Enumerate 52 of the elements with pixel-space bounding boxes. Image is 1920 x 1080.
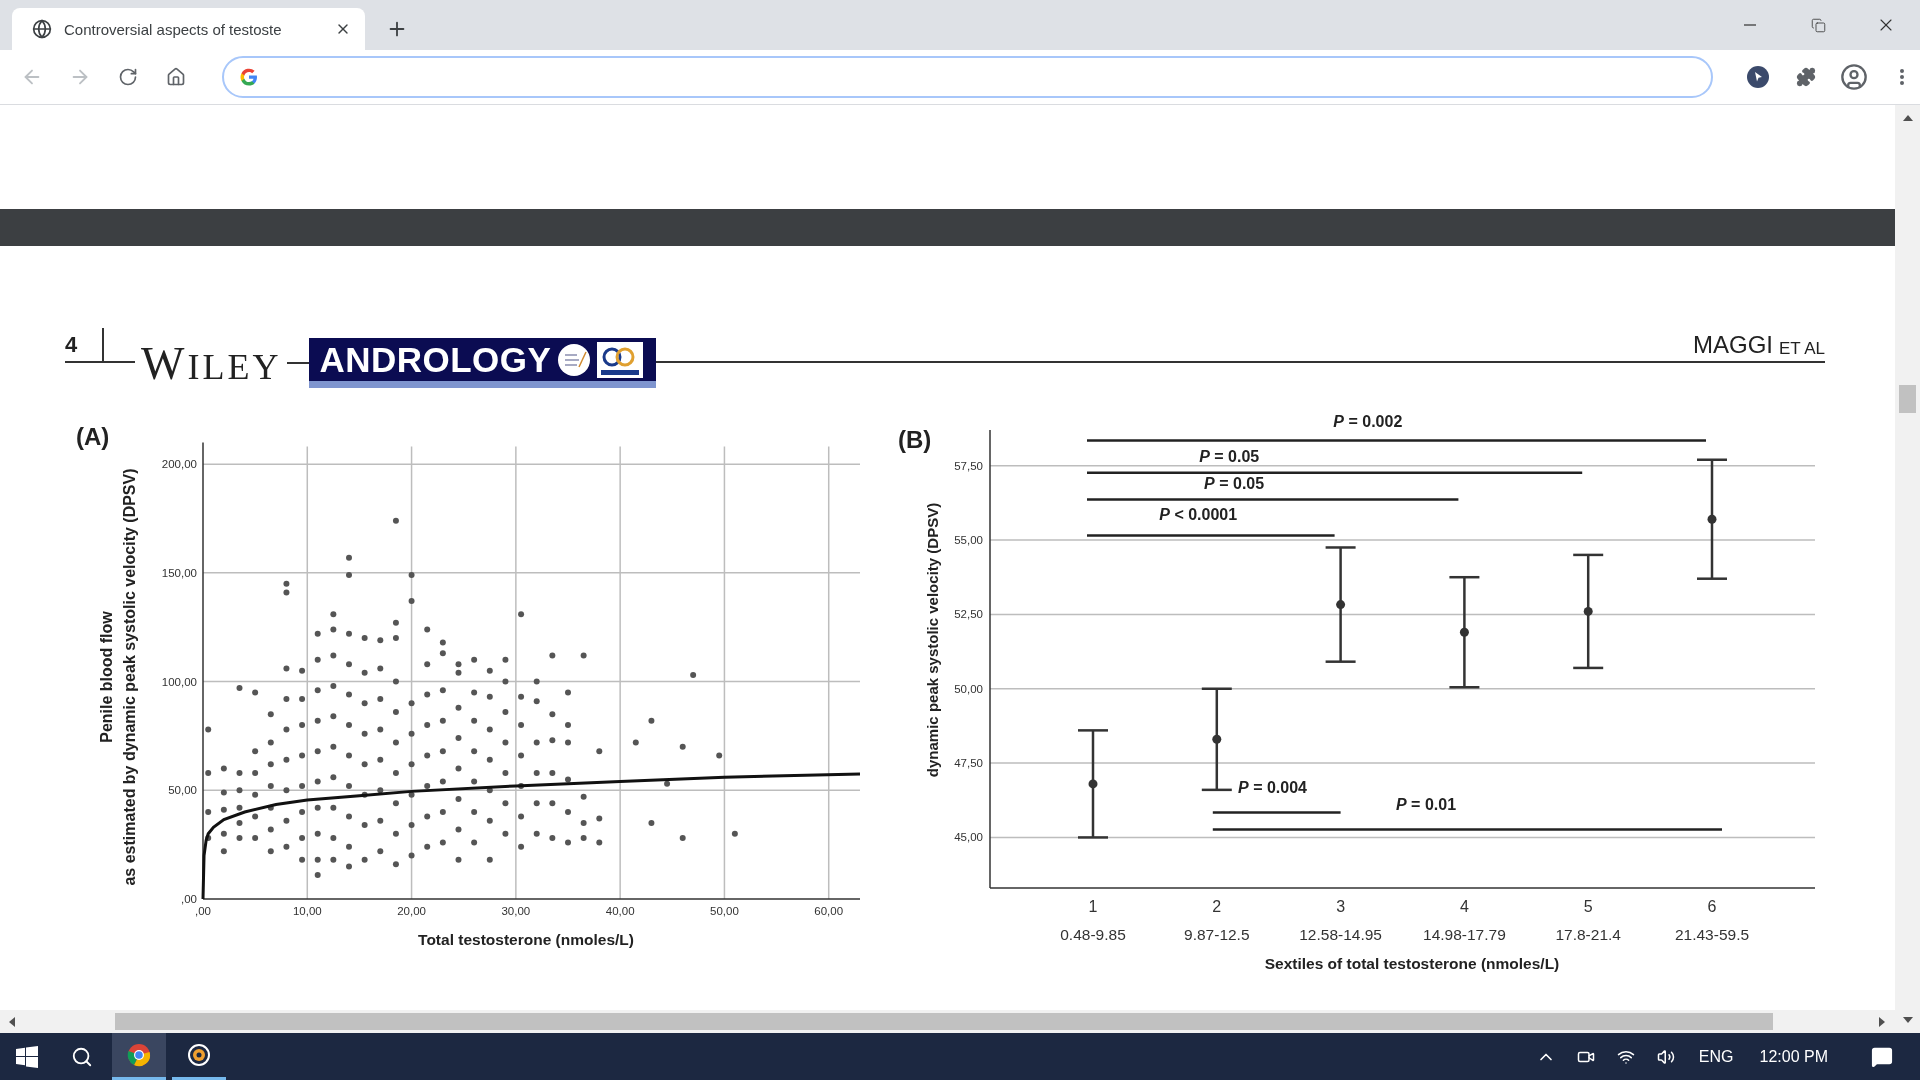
- tick-label: 55,00: [954, 534, 983, 547]
- category-range: 12.58-14.95: [1299, 926, 1382, 943]
- tick-label: 50,00: [954, 682, 983, 695]
- tick-label: 50,00: [710, 905, 739, 917]
- tick-label: ,00: [181, 893, 197, 905]
- tick-label: 60,00: [814, 905, 844, 917]
- tick-label: 1: [1088, 898, 1098, 915]
- tick-label: 20,00: [397, 905, 426, 917]
- tick-label: 2: [1212, 898, 1222, 915]
- author-name: MAGGI: [1693, 331, 1773, 359]
- tick-label: 6: [1707, 898, 1717, 915]
- clock[interactable]: 12:00 PM: [1751, 1047, 1836, 1066]
- tab-title: Controversial aspects of testoste: [64, 20, 283, 38]
- author-suffix: ET AL: [1779, 339, 1825, 359]
- tick-label: 50,00: [168, 784, 197, 797]
- category-range: 0.48-9.85: [1060, 926, 1126, 943]
- tick-label: 200,00: [161, 458, 197, 471]
- p-value-label: P = 0.002: [1333, 411, 1403, 432]
- journal-title: ANDROLOGY: [319, 339, 552, 380]
- page-number: 4: [65, 332, 78, 358]
- p-value-label: P < 0.0001: [1159, 505, 1238, 526]
- tick-label: 5: [1583, 898, 1593, 915]
- tick-label: 10,00: [292, 905, 322, 917]
- tick-label: 45,00: [954, 831, 983, 844]
- tick-label: 52,50: [954, 608, 983, 621]
- p-value-label: P = 0.004: [1238, 777, 1307, 798]
- tick-label: 47,50: [954, 757, 983, 770]
- p-value-label: P = 0.05: [1204, 473, 1265, 494]
- axis-title: Total testosterone (nmoles/L): [418, 931, 634, 948]
- browser-tab[interactable]: Controversial aspects of testoste: [12, 8, 365, 50]
- axis-title: Sextiles of total testosterone (nmoles/L): [1264, 955, 1560, 972]
- category-range: 14.98-17.79: [1423, 926, 1506, 943]
- tick-label: 150,00: [161, 566, 197, 579]
- panel-label: (A): [76, 423, 110, 450]
- axis-title: dynamic peak systolic velocity (DPSV): [924, 502, 941, 778]
- category-range: 9.87-12.5: [1184, 926, 1250, 943]
- tick-label: 40,00: [605, 905, 635, 917]
- tick-label: ,00: [195, 905, 211, 917]
- language-indicator[interactable]: ENG: [1690, 1047, 1742, 1066]
- category-range: 17.8-21.4: [1555, 926, 1621, 943]
- p-value-label: P = 0.01: [1396, 795, 1457, 816]
- p-value-label: P = 0.05: [1199, 446, 1260, 467]
- tick-label: 30,00: [501, 905, 531, 917]
- tick-label: 3: [1336, 898, 1346, 915]
- axis-title: as estimated by dynamic peak systolic velocity (DPSV): [121, 468, 138, 886]
- tick-label: 4: [1459, 898, 1469, 915]
- publisher-logo: WILEY: [140, 336, 283, 390]
- tick-label: 100,00: [161, 675, 197, 688]
- axis-title: Penile blood flow: [98, 611, 115, 743]
- tick-label: 57,50: [954, 459, 983, 472]
- panel-label: (B): [898, 426, 932, 453]
- category-range: 21.43-59.5: [1674, 926, 1750, 943]
